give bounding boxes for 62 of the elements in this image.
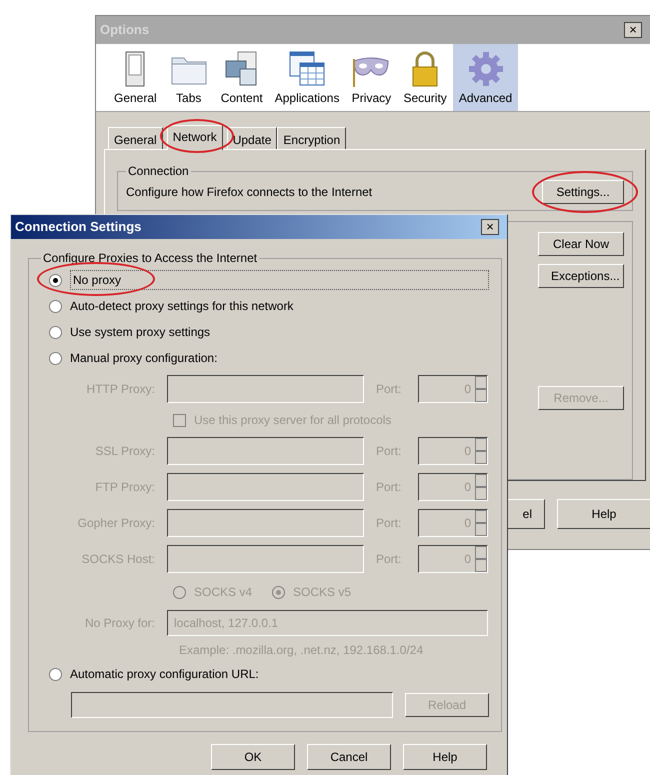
- proxy-label: Gopher Proxy:: [76, 515, 156, 532]
- window-title: Connection Settings: [15, 218, 142, 236]
- spin-arrows-icon: [475, 438, 487, 464]
- radio-button[interactable]: [49, 326, 62, 338]
- proxy-label: HTTP Proxy:: [86, 381, 156, 398]
- radio-label[interactable]: No proxy: [70, 270, 489, 290]
- radio-button[interactable]: [49, 668, 62, 680]
- toolbar-button[interactable]: Tabs: [162, 44, 215, 111]
- tab[interactable]: Encryption: [277, 127, 346, 149]
- port-value: 0: [463, 381, 472, 398]
- port-label: Port:: [375, 515, 402, 532]
- dialog-button[interactable]: Help: [557, 499, 650, 529]
- dialog-button[interactable]: OK: [211, 744, 295, 770]
- port-label: Port:: [375, 443, 402, 460]
- port-value: 0: [463, 551, 472, 568]
- action-button[interactable]: Clear Now: [538, 232, 624, 256]
- connection-description: Configure how Firefox connects to the Internet: [126, 184, 372, 201]
- spin-arrows-icon: [475, 510, 487, 536]
- tab[interactable]: Network: [166, 125, 223, 150]
- no-proxy-label: No Proxy for:: [84, 615, 156, 632]
- proxy-label: FTP Proxy:: [94, 479, 156, 496]
- toolbar-button[interactable]: Applications: [268, 44, 346, 111]
- url-field[interactable]: [71, 692, 393, 718]
- radio-button[interactable]: [49, 274, 62, 286]
- spin-arrows-icon: [475, 376, 487, 402]
- close-button[interactable]: ×: [481, 219, 499, 235]
- spin-arrows-icon: [475, 546, 487, 572]
- dialog-button[interactable]: Cancel: [307, 744, 391, 770]
- spin-arrows-icon: [475, 474, 487, 500]
- port-label: Port:: [375, 479, 402, 496]
- example-hint: Example: .mozilla.org, .net.nz, 192.168.1.0/24: [179, 642, 424, 659]
- group-legend: Configure Proxies to Access the Internet: [41, 249, 260, 267]
- close-button[interactable]: ×: [624, 22, 642, 38]
- radio-label[interactable]: Automatic proxy configuration URL:: [70, 665, 259, 683]
- settings-button[interactable]: Settings...: [542, 180, 624, 204]
- action-button[interactable]: Exceptions...: [538, 264, 624, 288]
- toolbar-button[interactable]: General: [108, 44, 163, 111]
- tab[interactable]: Update: [226, 127, 278, 149]
- port-label: Port:: [375, 551, 402, 568]
- toolbar-button[interactable]: Privacy: [345, 44, 398, 111]
- port-value: 0: [463, 443, 472, 460]
- proxy-field[interactable]: [167, 473, 364, 501]
- proxy-field[interactable]: [167, 437, 364, 465]
- port-value: 0: [463, 515, 472, 532]
- dialog-button[interactable]: Help: [403, 744, 487, 770]
- port-value: 0: [463, 479, 472, 496]
- radio-button[interactable]: [49, 352, 62, 364]
- radio-label[interactable]: Manual proxy configuration:: [70, 349, 218, 367]
- proxy-label: SOCKS Host:: [80, 551, 156, 568]
- radio-label[interactable]: Use system proxy settings: [70, 323, 210, 341]
- proxy-field[interactable]: [167, 375, 364, 403]
- toolbar-button[interactable]: Security: [397, 44, 453, 111]
- port-label: Port:: [375, 381, 402, 398]
- toolbar-button[interactable]: Advanced: [452, 44, 518, 111]
- radio-label[interactable]: Auto-detect proxy settings for this network: [70, 297, 294, 315]
- group-legend: Connection: [126, 162, 191, 180]
- tab[interactable]: General: [108, 127, 163, 149]
- toolbar-button[interactable]: Content: [214, 44, 269, 111]
- proxy-field[interactable]: [167, 545, 364, 573]
- proxy-label: SSL Proxy:: [94, 443, 156, 460]
- proxy-field[interactable]: [167, 509, 364, 537]
- radio-button[interactable]: [49, 300, 62, 312]
